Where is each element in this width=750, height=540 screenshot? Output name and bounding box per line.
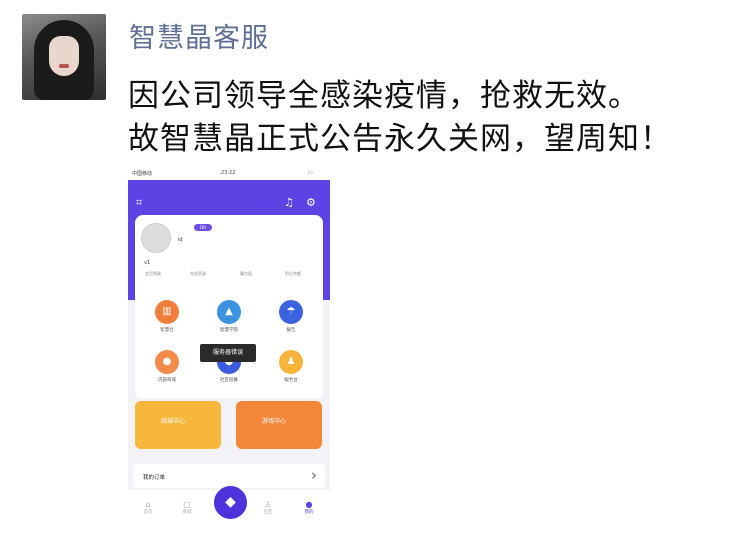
message-line-2: 故智慧晶正式公告永久关网，望周知！ <box>128 121 672 157</box>
profile-id: v1 <box>144 260 151 266</box>
umbrella-icon: ☂ <box>279 300 303 324</box>
stat-item: 算力值 <box>240 271 252 276</box>
carrier-label: 中国移动 <box>132 171 153 177</box>
settings-icon: ⚙ <box>306 196 316 209</box>
sender-avatar[interactable] <box>22 14 106 100</box>
graduation-icon: ▲ <box>217 300 241 324</box>
stat-item: 会员等级 <box>145 271 161 276</box>
sender-name[interactable]: 智慧晶客服 <box>129 16 269 55</box>
message-line-1: 因公司领导全感染疫情，抢救无效。 <box>128 78 640 114</box>
user-icon: ● <box>305 500 313 509</box>
tab-community: ♙ 社区 <box>253 500 283 515</box>
stat-item: 在线资源 <box>190 271 206 276</box>
avatar-lips <box>59 64 69 68</box>
profile-name: id <box>178 237 183 243</box>
stat-item: 积分余额 <box>285 271 301 276</box>
menu-item: ● 内部商城 <box>147 350 187 383</box>
gamepad-icon: ◆ <box>212 484 249 521</box>
profile-avatar <box>141 223 171 253</box>
menu-item: ▥ 智慧仓 <box>147 300 187 333</box>
menu-item: ▲ 智慧学院 <box>209 300 249 333</box>
phone-status-bar: 中国移动 23:22 ▭ <box>128 168 330 180</box>
server-error-toast: 服务器错误 <box>200 344 256 362</box>
status-time: 23:22 <box>221 170 236 176</box>
menu-grid: ▥智慧仓 ▲智慧学院 ☂报告 ●内部商城 ●社区招募 ♟服务台 <box>135 288 323 398</box>
tab-home: ⌂ 首页 <box>133 500 163 515</box>
banner-card: 游戏中心 <box>236 401 322 449</box>
menu-item: ☂ 报告 <box>271 300 311 333</box>
bag-icon: ▢ <box>183 500 191 509</box>
chart-icon: ▥ <box>155 300 179 324</box>
home-icon: ⌂ <box>145 500 151 509</box>
tab-mall: ▢ 商城 <box>172 500 202 515</box>
vip-badge: DH <box>194 224 212 231</box>
tab-mine: ● 我的 <box>294 500 324 515</box>
menu-item: ♟ 服务台 <box>271 350 311 383</box>
person-icon: ♟ <box>279 350 303 374</box>
banner-card: 商城中心 <box>135 401 221 449</box>
battery-icon: ▭ <box>308 170 313 176</box>
chat-icon: ● <box>155 350 179 374</box>
chevron-right-icon: › <box>311 466 317 484</box>
phone-screenshot-image[interactable]: 中国移动 23:22 ▭ ⌗ ♫ ⚙ DH id v1 会员等级 在线资源 算力… <box>128 168 330 526</box>
scan-icon: ⌗ <box>136 196 143 209</box>
people-icon: ♙ <box>264 500 272 509</box>
avatar-face <box>49 36 79 76</box>
headset-icon: ♫ <box>284 196 294 209</box>
